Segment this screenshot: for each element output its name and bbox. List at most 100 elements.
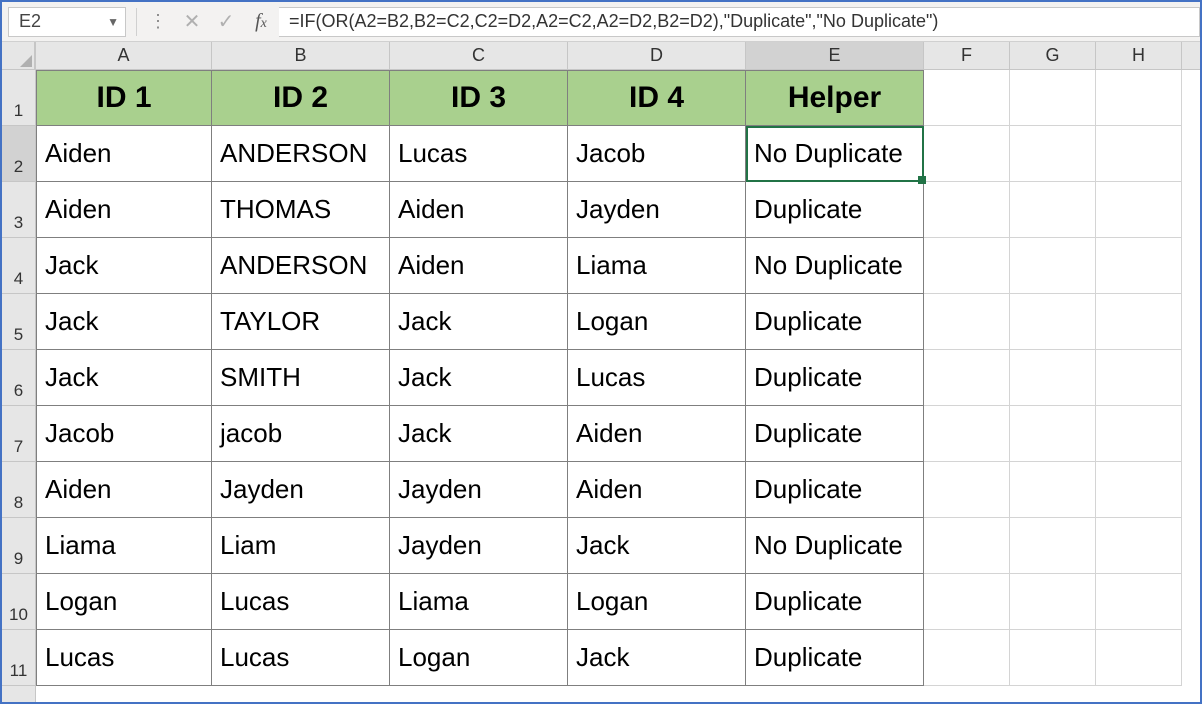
col-header-E[interactable]: E (746, 42, 924, 69)
cell-empty[interactable] (924, 406, 1010, 462)
cell[interactable]: jacob (212, 406, 390, 462)
row-header-7[interactable]: 7 (2, 406, 35, 462)
cell-empty[interactable] (1010, 238, 1096, 294)
cell[interactable]: ANDERSON (212, 238, 390, 294)
cell[interactable]: Jack (36, 238, 212, 294)
cell[interactable]: No Duplicate (746, 238, 924, 294)
cell[interactable]: Jack (36, 294, 212, 350)
row-header-8[interactable]: 8 (2, 462, 35, 518)
row-header-11[interactable]: 11 (2, 630, 35, 686)
cell-empty[interactable] (924, 350, 1010, 406)
cell-empty[interactable] (1096, 518, 1182, 574)
cell[interactable]: Duplicate (746, 462, 924, 518)
formula-input[interactable]: =IF(OR(A2=B2,B2=C2,C2=D2,A2=C2,A2=D2,B2=… (279, 7, 1200, 37)
cell-empty[interactable] (924, 462, 1010, 518)
cell-empty[interactable] (1096, 350, 1182, 406)
cell[interactable]: No Duplicate (746, 126, 924, 182)
cell[interactable]: Aiden (568, 462, 746, 518)
cell-empty[interactable] (1096, 182, 1182, 238)
cell[interactable]: Aiden (390, 238, 568, 294)
col-header-D[interactable]: D (568, 42, 746, 69)
cell-empty[interactable] (1096, 238, 1182, 294)
cell-empty[interactable] (1096, 462, 1182, 518)
cell[interactable]: Liam (212, 518, 390, 574)
cell-empty[interactable] (1010, 70, 1096, 126)
enter-icon[interactable]: ✓ (209, 9, 243, 34)
cell[interactable]: Lucas (212, 630, 390, 686)
select-all-corner[interactable] (2, 42, 35, 70)
cell[interactable]: Jack (390, 294, 568, 350)
cell[interactable]: Duplicate (746, 406, 924, 462)
cell[interactable]: Aiden (390, 182, 568, 238)
cell-empty[interactable] (924, 70, 1010, 126)
cell-empty[interactable] (924, 294, 1010, 350)
cell-empty[interactable] (1010, 462, 1096, 518)
cell-empty[interactable] (924, 182, 1010, 238)
col-header-F[interactable]: F (924, 42, 1010, 69)
cell[interactable]: Jack (568, 518, 746, 574)
cell[interactable]: Duplicate (746, 574, 924, 630)
cell[interactable]: Jack (568, 630, 746, 686)
header-id2[interactable]: ID 2 (212, 70, 390, 126)
cell-empty[interactable] (1010, 518, 1096, 574)
cancel-icon[interactable]: ✕ (175, 9, 209, 34)
cell[interactable]: Logan (568, 574, 746, 630)
row-header-1[interactable]: 1 (2, 70, 35, 126)
cell[interactable]: Lucas (568, 350, 746, 406)
name-box-dropdown-icon[interactable]: ▼ (107, 15, 119, 29)
cell-empty[interactable] (924, 630, 1010, 686)
col-header-H[interactable]: H (1096, 42, 1182, 69)
cell[interactable]: Lucas (390, 126, 568, 182)
cell-empty[interactable] (1096, 574, 1182, 630)
row-header-3[interactable]: 3 (2, 182, 35, 238)
col-header-G[interactable]: G (1010, 42, 1096, 69)
cell[interactable]: Jayden (390, 462, 568, 518)
row-header-10[interactable]: 10 (2, 574, 35, 630)
cell[interactable]: THOMAS (212, 182, 390, 238)
cell-empty[interactable] (1096, 406, 1182, 462)
cell[interactable]: Jayden (390, 518, 568, 574)
cell[interactable]: Lucas (36, 630, 212, 686)
cell-empty[interactable] (924, 518, 1010, 574)
col-header-B[interactable]: B (212, 42, 390, 69)
cell[interactable]: Aiden (36, 182, 212, 238)
cell-empty[interactable] (1096, 294, 1182, 350)
cell-empty[interactable] (1010, 294, 1096, 350)
cell[interactable]: TAYLOR (212, 294, 390, 350)
cell[interactable]: Duplicate (746, 294, 924, 350)
cell[interactable]: Logan (390, 630, 568, 686)
cell-empty[interactable] (1010, 406, 1096, 462)
cell-empty[interactable] (1010, 630, 1096, 686)
cell[interactable]: Logan (36, 574, 212, 630)
cell[interactable]: Jack (390, 350, 568, 406)
cell[interactable]: ANDERSON (212, 126, 390, 182)
header-id3[interactable]: ID 3 (390, 70, 568, 126)
cell[interactable]: Duplicate (746, 182, 924, 238)
header-id1[interactable]: ID 1 (36, 70, 212, 126)
fx-icon[interactable]: fx (243, 10, 279, 33)
cell[interactable]: Jayden (568, 182, 746, 238)
cell-empty[interactable] (924, 126, 1010, 182)
cell[interactable]: Lucas (212, 574, 390, 630)
cell[interactable]: No Duplicate (746, 518, 924, 574)
cell-empty[interactable] (1010, 126, 1096, 182)
header-id4[interactable]: ID 4 (568, 70, 746, 126)
formula-expand-icon[interactable]: ⋮ (141, 11, 175, 32)
cell[interactable]: Liama (568, 238, 746, 294)
row-header-9[interactable]: 9 (2, 518, 35, 574)
name-box[interactable]: E2 ▼ (8, 7, 126, 37)
cell[interactable]: Jacob (36, 406, 212, 462)
cell[interactable]: Duplicate (746, 630, 924, 686)
cell-empty[interactable] (1010, 182, 1096, 238)
cell[interactable]: Liama (36, 518, 212, 574)
cell-empty[interactable] (924, 238, 1010, 294)
col-header-A[interactable]: A (36, 42, 212, 69)
cell[interactable]: Jack (36, 350, 212, 406)
cell[interactable]: Aiden (36, 126, 212, 182)
cell[interactable]: Logan (568, 294, 746, 350)
col-header-C[interactable]: C (390, 42, 568, 69)
cell-empty[interactable] (924, 574, 1010, 630)
row-header-5[interactable]: 5 (2, 294, 35, 350)
cell[interactable]: Jack (390, 406, 568, 462)
cell[interactable]: Aiden (36, 462, 212, 518)
